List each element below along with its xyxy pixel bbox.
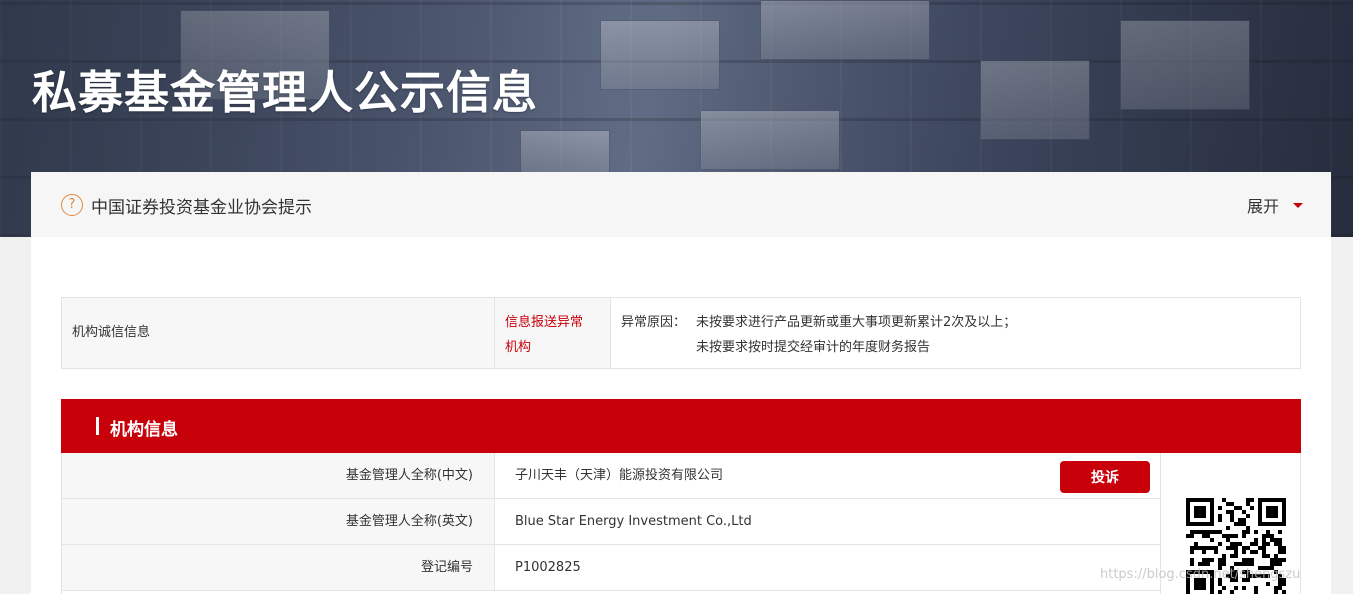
content-card: ? 中国证券投资基金业协会提示 展开 机构诚信信息 信息报送异常 机构 异常原因… (31, 172, 1331, 594)
row-value: Blue Star Energy Investment Co.,Ltd (515, 514, 752, 529)
row-label: 登记编号 (62, 545, 495, 590)
table-row: 基金管理人全称(中文) 子川天丰（天津）能源投资有限公司 投诉 (62, 453, 1160, 499)
reason-item: 未按要求进行产品更新或重大事项更新累计2次及以上； (696, 315, 1017, 330)
reason-label: 异常原因： (621, 315, 687, 330)
section-header-org-info: 机构信息 (61, 399, 1301, 453)
expand-label: 展开 (1246, 197, 1279, 216)
complain-button[interactable]: 投诉 (1060, 461, 1150, 493)
caret-down-icon (1293, 203, 1303, 208)
section-title: 机构信息 (110, 420, 178, 440)
notice-bar: ? 中国证券投资基金业协会提示 展开 (31, 172, 1331, 237)
integrity-status-line1: 信息报送异常 (505, 315, 584, 330)
table-row: 基金管理人全称(英文) Blue Star Energy Investment … (62, 499, 1160, 545)
row-label: 基金管理人全称(英文) (62, 499, 495, 544)
notice-text: 中国证券投资基金业协会提示 (91, 198, 312, 218)
watermark: https://blog.csdn.net/shengszu (1100, 567, 1301, 582)
row-value: P1002825 (515, 560, 581, 575)
expand-toggle[interactable]: 展开 (1247, 193, 1303, 217)
integrity-table: 机构诚信信息 信息报送异常 机构 异常原因： 未按要求进行产品更新或重大事项更新… (61, 297, 1301, 369)
integrity-status-line2: 机构 (505, 340, 532, 355)
row-value: 子川天丰（天津）能源投资有限公司 (515, 468, 724, 483)
table-row: 登记编号 P1002825 (62, 545, 1160, 591)
page-title: 私募基金管理人公示信息 (32, 66, 539, 119)
integrity-reasons-cell: 异常原因： 未按要求进行产品更新或重大事项更新累计2次及以上； 未按要求按时提交… (611, 298, 1301, 368)
integrity-label: 机构诚信信息 (62, 298, 495, 368)
row-label: 基金管理人全称(中文) (62, 453, 495, 498)
integrity-status: 信息报送异常 机构 (495, 298, 611, 368)
question-icon: ? (61, 194, 83, 216)
reason-item: 未按要求按时提交经审计的年度财务报告 (696, 340, 931, 355)
